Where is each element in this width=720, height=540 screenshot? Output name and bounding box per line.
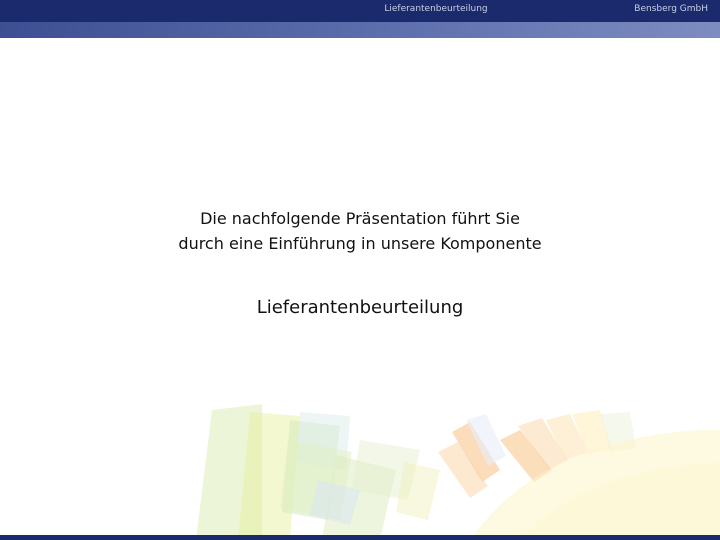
intro-line: durch eine Einführung in unsere Komponen… bbox=[178, 234, 542, 253]
intro-line: Die nachfolgende Präsentation führt Sie bbox=[200, 209, 520, 228]
subject-title: Lieferantenbeurteilung bbox=[256, 297, 464, 318]
slide-content: Die nachfolgende Präsentation führt Sie … bbox=[0, 0, 720, 540]
intro-text: Die nachfolgende Präsentation führt Sie … bbox=[150, 206, 570, 256]
footer-bar bbox=[0, 535, 720, 540]
